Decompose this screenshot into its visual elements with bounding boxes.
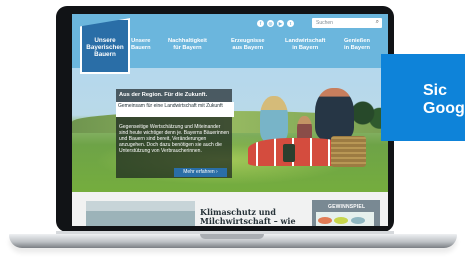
search-input[interactable]: Suchen ⌕ bbox=[312, 18, 382, 28]
nav-item-erzeugnisse[interactable]: Erzeugnisse aus Bayern bbox=[231, 38, 265, 52]
google-popup[interactable]: Sic Goog bbox=[381, 54, 465, 141]
popup-text-line: Goog bbox=[423, 100, 465, 117]
search-placeholder: Suchen bbox=[316, 20, 333, 26]
picnic-bottle bbox=[283, 144, 295, 162]
logo-line: Bayerischen bbox=[86, 44, 124, 51]
website-screen: Unsere Bayerischen Bauern f ◎ ▶ t Suchen… bbox=[72, 14, 388, 226]
article-title[interactable]: Klimaschutz und Milchwirtschaft – wie bbox=[200, 208, 298, 225]
nav-item-nachhaltigkeit[interactable]: Nachhaltigkeit für Bayern bbox=[168, 38, 207, 52]
logo-line: Bauern bbox=[94, 51, 116, 58]
nav-item-landwirtschaft[interactable]: Landwirtschaft in Bayern bbox=[285, 38, 325, 52]
youtube-icon[interactable]: ▶ bbox=[277, 20, 284, 27]
search-icon[interactable]: ⌕ bbox=[376, 19, 379, 25]
picnic-basket bbox=[331, 136, 366, 167]
content-area: Klimaschutz und Milchwirtschaft – wie GEW… bbox=[72, 192, 388, 226]
social-links: f ◎ ▶ t bbox=[257, 20, 294, 27]
contest-teaser[interactable]: GEWINNSPIEL bbox=[312, 200, 380, 226]
laptop-notch bbox=[200, 234, 264, 239]
nav-item-geniessen[interactable]: Genießen in Bayern bbox=[344, 38, 370, 52]
hero-person-man bbox=[315, 88, 354, 140]
nav-item-unsere-bauern[interactable]: Unsere Bauern bbox=[131, 38, 151, 52]
hero-banner: Aus der Region. Für die Zukunft. Gemeins… bbox=[72, 68, 388, 192]
logo[interactable]: Unsere Bayerischen Bauern bbox=[80, 18, 130, 74]
site-header: Unsere Bayerischen Bauern f ◎ ▶ t Suchen… bbox=[72, 14, 388, 74]
logo-line: Unsere bbox=[94, 37, 116, 44]
hero-body-text: Gegenseitige Wertschätzung und Miteinand… bbox=[119, 124, 230, 155]
facebook-icon[interactable]: f bbox=[257, 20, 264, 27]
contest-label: GEWINNSPIEL bbox=[328, 204, 366, 210]
contest-image bbox=[316, 212, 374, 226]
hero-subtitle: Gemeinsam für eine Landwirtschaft mit Zu… bbox=[116, 102, 234, 117]
mehr-erfahren-button[interactable]: Mehr erfahren › bbox=[174, 168, 227, 177]
article-image[interactable] bbox=[86, 201, 195, 226]
hero-title: Aus der Region. Für die Zukunft. bbox=[119, 92, 208, 98]
twitter-icon[interactable]: t bbox=[287, 20, 294, 27]
main-navigation: Unsere Bauern Nachhaltigkeit für Bayern Er… bbox=[126, 38, 388, 60]
popup-text-line: Sic bbox=[423, 82, 448, 99]
instagram-icon[interactable]: ◎ bbox=[267, 20, 274, 27]
hero-person-woman bbox=[260, 96, 288, 142]
